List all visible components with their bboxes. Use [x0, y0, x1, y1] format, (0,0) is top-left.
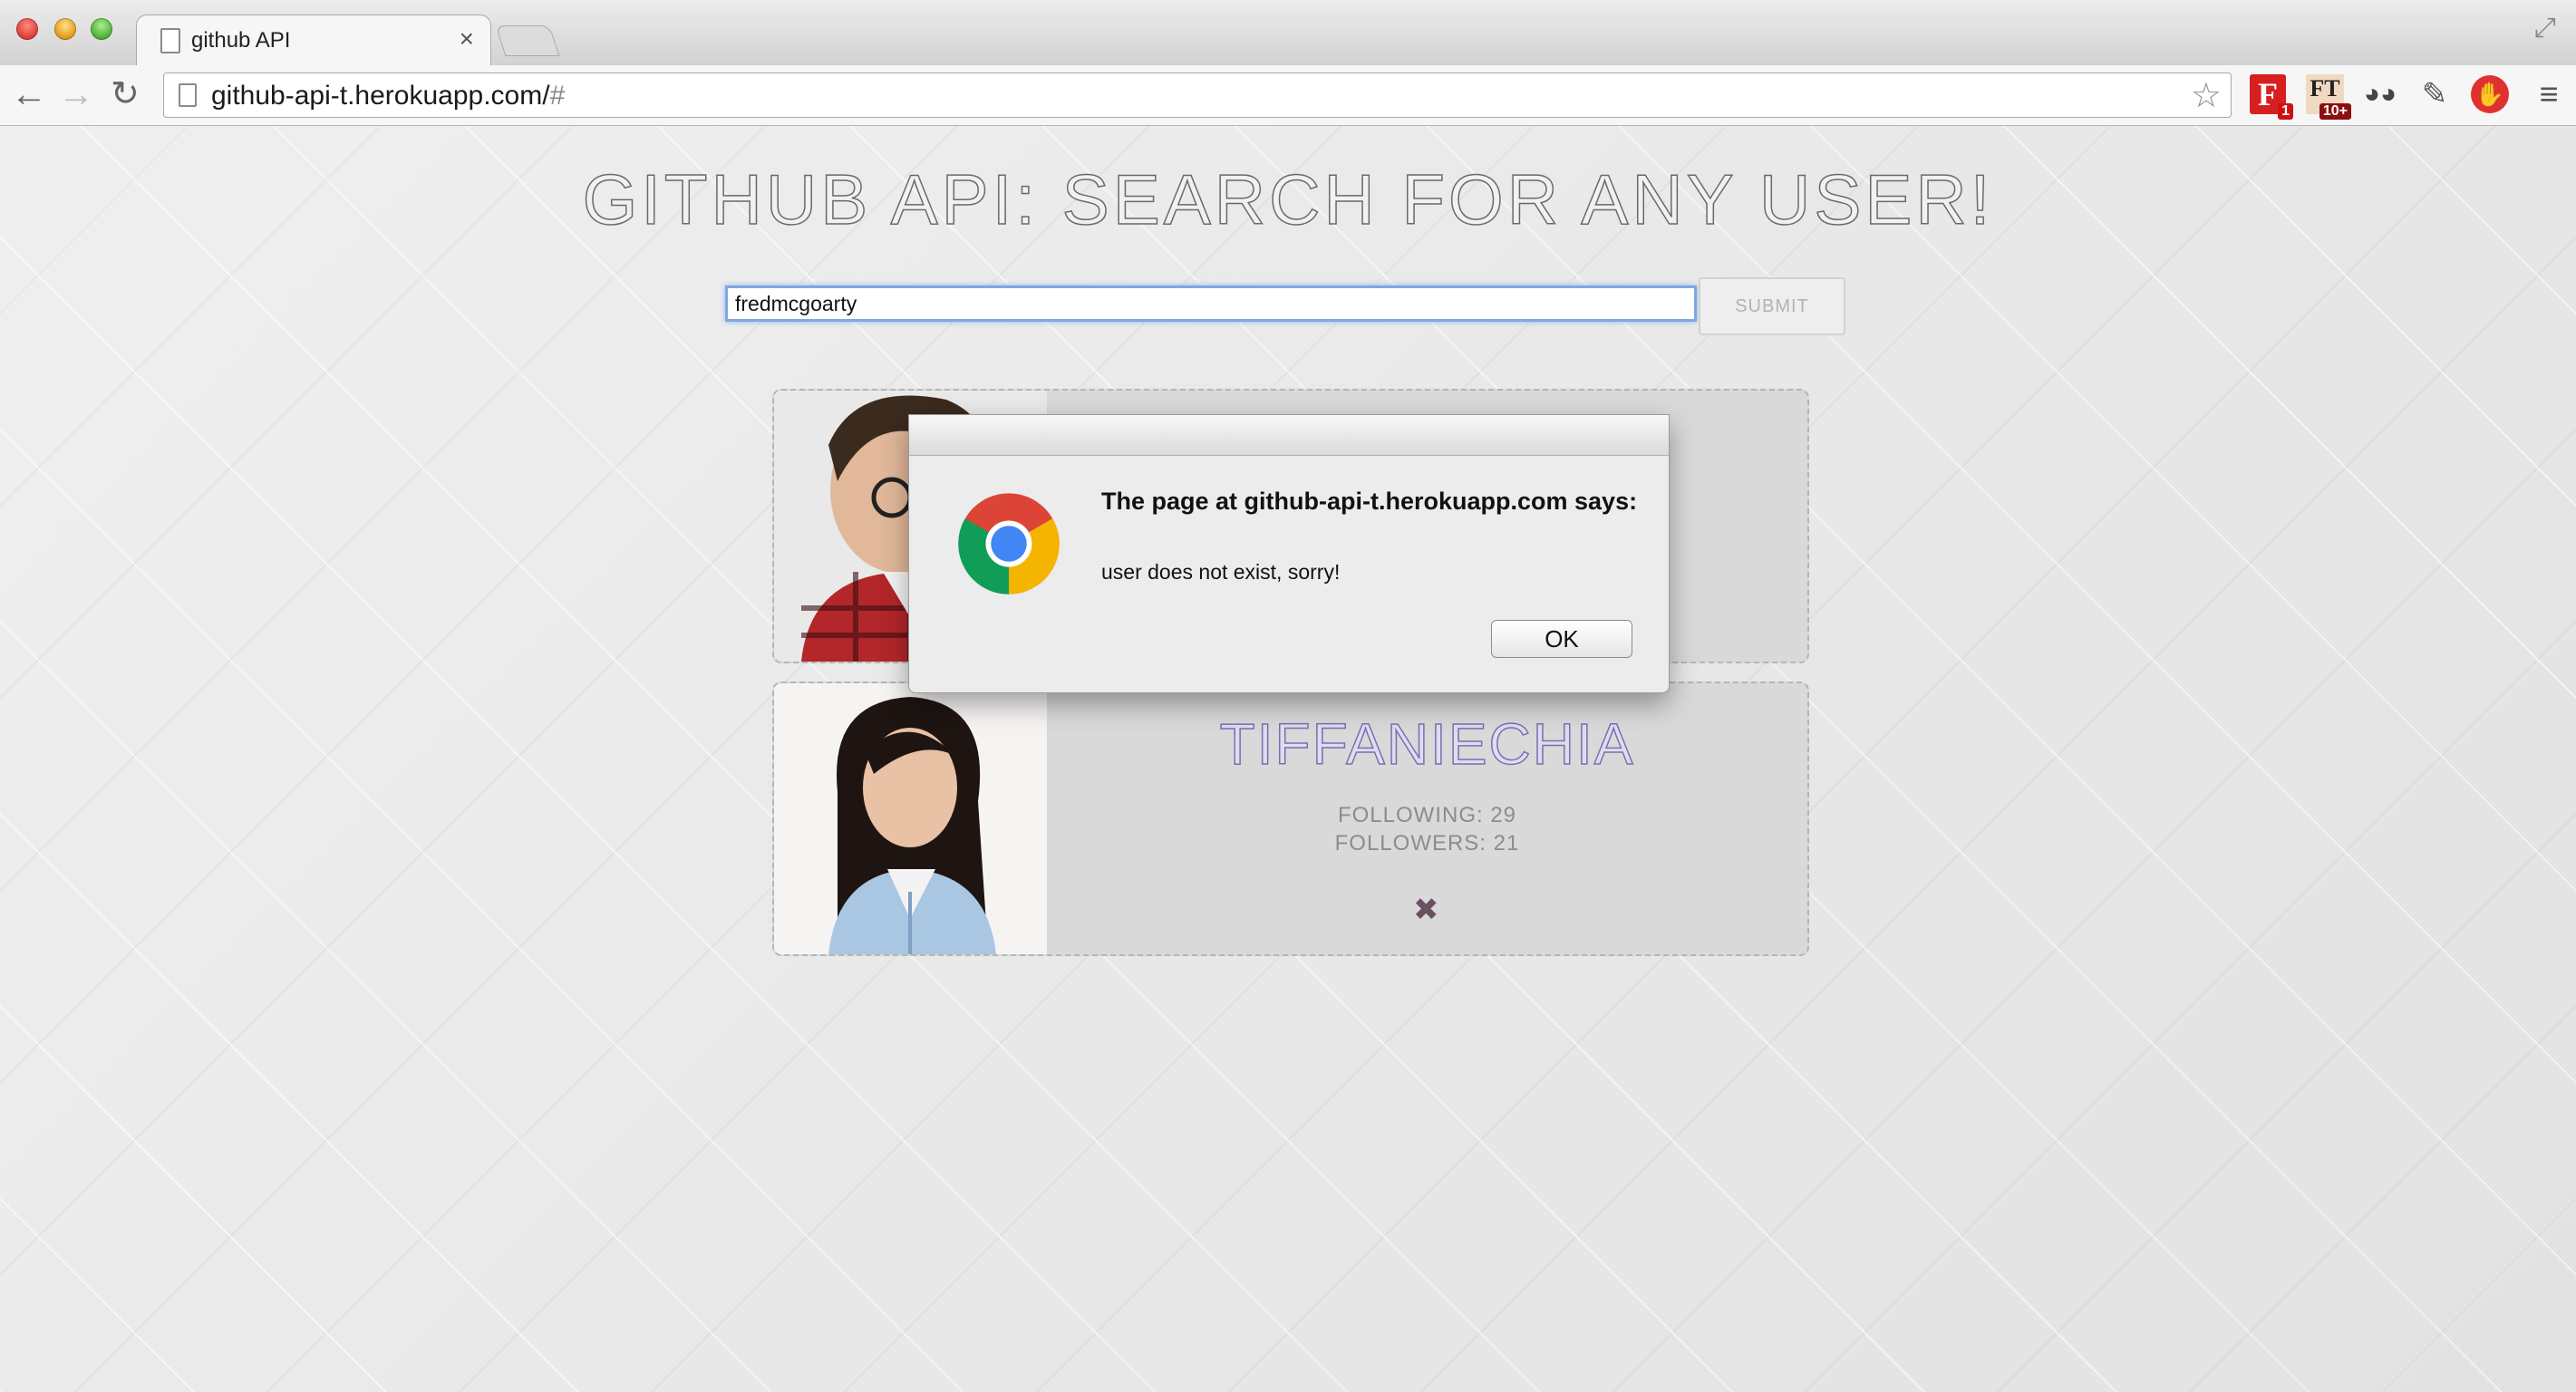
- chrome-menu-icon[interactable]: ≡: [2531, 74, 2567, 114]
- submit-button[interactable]: SUBMIT: [1699, 277, 1845, 335]
- extension-f-icon[interactable]: F 1: [2250, 74, 2293, 120]
- alert-dialog: The page at github-api-t.herokuapp.com s…: [908, 414, 1670, 693]
- back-arrow-icon[interactable]: ←: [11, 72, 47, 116]
- ok-button[interactable]: OK: [1491, 620, 1632, 658]
- extension-ft-icon[interactable]: FT 10+: [2306, 74, 2351, 120]
- browser-toolbar: ← → ↻ github-api-t.herokuapp.com/# ☆ F 1…: [0, 65, 2576, 126]
- username: TIFFANIECHIA: [1219, 710, 1635, 778]
- followers-count: FOLLOWERS: 21: [1334, 831, 1520, 856]
- bookmark-star-icon[interactable]: ☆: [2191, 75, 2222, 116]
- remove-card-icon[interactable]: ✖: [1413, 892, 1439, 928]
- eyedropper-extension-icon[interactable]: ✎: [2415, 74, 2455, 114]
- reload-icon[interactable]: ↻: [111, 72, 140, 116]
- user-avatar: [774, 683, 1047, 954]
- forward-arrow-icon[interactable]: →: [58, 72, 94, 116]
- glasses-extension-icon[interactable]: ◕◕: [2362, 74, 2398, 114]
- tab-github-api[interactable]: github API ×: [136, 14, 491, 66]
- page-icon: [179, 83, 197, 107]
- close-tab-icon[interactable]: ×: [460, 24, 474, 53]
- username-search-input[interactable]: [725, 285, 1697, 322]
- dialog-message: user does not exist, sorry!: [1101, 560, 1341, 584]
- user-info: TIFFANIECHIA FOLLOWING: 29 FOLLOWERS: 21…: [1047, 683, 1807, 954]
- extension-badge: 10+: [2319, 103, 2351, 120]
- tab-title: github API: [191, 28, 291, 53]
- url-text: github-api-t.herokuapp.com/#: [211, 81, 566, 111]
- user-card: TIFFANIECHIA FOLLOWING: 29 FOLLOWERS: 21…: [772, 682, 1809, 956]
- maximize-window-button[interactable]: [91, 18, 112, 40]
- address-bar[interactable]: github-api-t.herokuapp.com/# ☆: [163, 72, 2232, 118]
- page-content: GITHUB API: SEARCH FOR ANY USER! SUBMIT …: [0, 126, 2576, 1392]
- close-window-button[interactable]: [16, 18, 38, 40]
- following-count: FOLLOWING: 29: [1337, 803, 1517, 827]
- dialog-heading: The page at github-api-t.herokuapp.com s…: [1101, 488, 1638, 515]
- dialog-titlebar: [909, 415, 1669, 456]
- extension-badge: 1: [2278, 103, 2293, 120]
- page-icon: [160, 28, 180, 53]
- new-tab-button[interactable]: [495, 25, 560, 56]
- page-title: GITHUB API: SEARCH FOR ANY USER!: [582, 159, 1994, 240]
- chrome-logo-icon: [958, 493, 1060, 594]
- fullscreen-icon[interactable]: ⤢: [2534, 13, 2556, 44]
- minimize-window-button[interactable]: [54, 18, 76, 40]
- title-bar: github API × ⤢: [0, 0, 2576, 66]
- adblock-hand-icon[interactable]: ✋: [2471, 75, 2509, 113]
